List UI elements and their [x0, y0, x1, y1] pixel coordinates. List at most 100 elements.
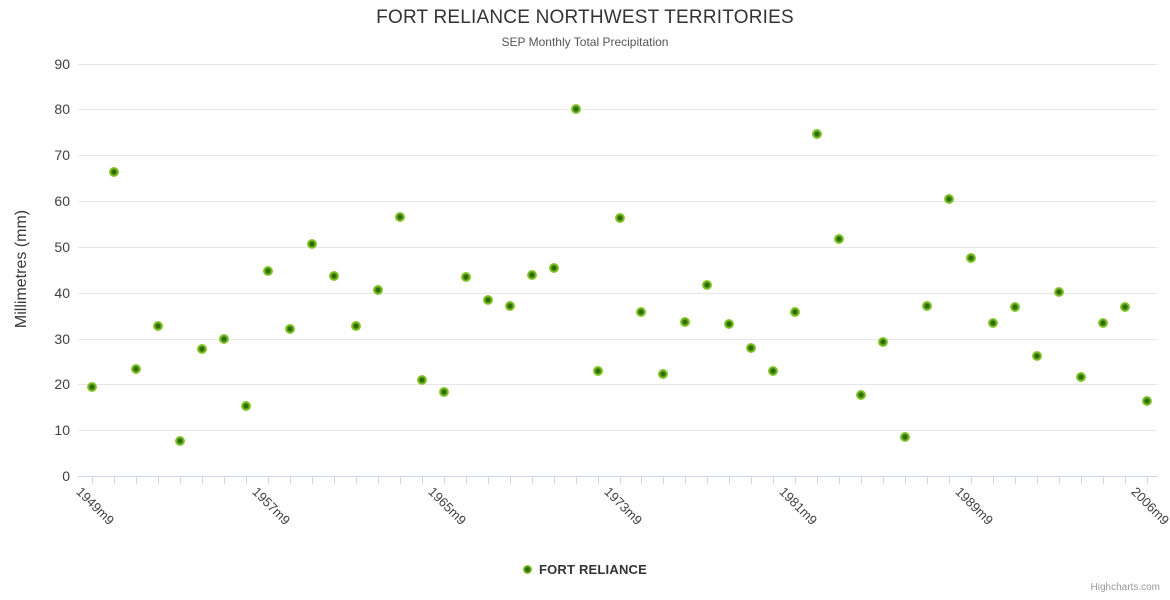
data-point[interactable] — [1054, 286, 1065, 297]
data-point[interactable] — [1032, 350, 1043, 361]
data-point[interactable] — [350, 320, 361, 331]
data-point[interactable] — [636, 306, 647, 317]
data-point[interactable] — [1098, 318, 1109, 329]
data-point[interactable] — [460, 272, 471, 283]
legend-item-fort-reliance[interactable]: FORT RELIANCE — [0, 562, 1170, 577]
x-axis-tick — [1125, 477, 1127, 484]
data-point[interactable] — [416, 375, 427, 386]
data-point[interactable] — [746, 342, 757, 353]
x-axis-tick — [113, 477, 115, 484]
y-axis-label: 60 — [54, 193, 70, 209]
x-axis-tick — [1081, 477, 1083, 484]
data-point[interactable] — [1120, 301, 1131, 312]
data-point[interactable] — [130, 363, 141, 374]
legend-label: FORT RELIANCE — [538, 562, 648, 577]
x-axis-tick — [289, 477, 291, 484]
x-axis-tick — [1037, 477, 1039, 484]
data-point[interactable] — [372, 285, 383, 296]
data-point[interactable] — [988, 318, 999, 329]
data-point[interactable] — [284, 324, 295, 335]
x-axis-tick — [949, 477, 951, 484]
data-point[interactable] — [108, 166, 119, 177]
y-axis-label: 80 — [54, 101, 70, 118]
x-axis-tick — [685, 477, 687, 484]
data-point[interactable] — [658, 369, 669, 380]
x-axis-label: 1949m9 — [73, 484, 117, 528]
data-point[interactable] — [196, 343, 207, 354]
y-gridline — [78, 201, 1157, 202]
data-point[interactable] — [174, 435, 185, 446]
data-point[interactable] — [878, 336, 889, 347]
x-axis-label: 1981m9 — [776, 484, 821, 528]
data-point[interactable] — [680, 317, 691, 327]
y-axis-label: 40 — [54, 284, 70, 301]
y-axis-label: 30 — [54, 330, 70, 347]
data-point[interactable] — [1010, 301, 1021, 312]
data-point[interactable] — [262, 265, 273, 276]
data-point[interactable] — [702, 279, 713, 290]
x-axis-tick — [399, 477, 401, 484]
x-axis-label: 1957m9 — [249, 484, 293, 528]
x-axis-tick — [509, 477, 511, 484]
x-axis-tick — [883, 477, 885, 484]
x-axis-tick — [531, 477, 533, 484]
x-axis-tick — [751, 477, 753, 484]
y-axis-label: 20 — [54, 376, 70, 393]
data-point[interactable] — [328, 270, 339, 281]
x-axis-tick — [817, 477, 819, 484]
data-point[interactable] — [922, 301, 933, 312]
data-point[interactable] — [966, 252, 977, 263]
x-axis-tick — [663, 477, 665, 484]
y-gridline — [78, 63, 1157, 65]
y-gridline — [78, 155, 1157, 157]
data-point[interactable] — [86, 381, 97, 392]
x-axis-tick — [861, 477, 863, 484]
x-axis-tick — [421, 477, 423, 484]
x-axis-tick — [443, 477, 445, 484]
data-point[interactable] — [306, 238, 317, 249]
x-axis-tick — [201, 477, 203, 484]
data-point[interactable] — [570, 103, 581, 114]
x-axis-tick — [553, 477, 555, 484]
data-point[interactable] — [548, 262, 559, 273]
data-point[interactable] — [240, 401, 251, 412]
data-point[interactable] — [592, 365, 603, 376]
plot-area: 0 10 20 30 40 50 60 70 80 90 1949m9 1957m9 1965m9 197… — [0, 0, 1170, 600]
x-axis-tick — [993, 477, 995, 484]
x-axis-tick — [465, 477, 467, 484]
data-point[interactable] — [614, 212, 625, 223]
data-point[interactable] — [504, 300, 515, 311]
data-point[interactable] — [768, 365, 779, 376]
data-point[interactable] — [944, 193, 955, 204]
data-point[interactable] — [900, 431, 911, 442]
y-axis-label: 70 — [54, 147, 70, 164]
x-axis-tick — [245, 477, 247, 484]
data-point[interactable] — [526, 270, 537, 281]
x-axis-tick — [1147, 477, 1149, 484]
legend-marker-icon — [522, 565, 532, 574]
data-point[interactable] — [218, 333, 229, 344]
data-point[interactable] — [438, 387, 449, 398]
x-axis-tick — [487, 477, 489, 484]
data-point[interactable] — [834, 233, 845, 244]
x-axis-tick — [377, 477, 379, 484]
data-point[interactable] — [394, 211, 405, 222]
data-point[interactable] — [856, 390, 867, 401]
highcharts-credits-link[interactable]: Highcharts.com — [1091, 582, 1160, 593]
x-axis-tick — [223, 477, 225, 484]
x-axis-label: 1973m9 — [600, 484, 645, 528]
data-point[interactable] — [1142, 396, 1153, 407]
data-point[interactable] — [724, 319, 735, 330]
y-axis-label: 50 — [54, 238, 70, 255]
data-point[interactable] — [482, 294, 493, 305]
data-point[interactable] — [790, 306, 801, 317]
data-point[interactable] — [1076, 372, 1087, 382]
y-gridline — [78, 384, 1157, 386]
x-axis-tick — [1103, 477, 1105, 484]
x-axis-tick — [773, 477, 775, 484]
data-point[interactable] — [812, 128, 823, 139]
data-point[interactable] — [152, 320, 163, 331]
x-axis-tick — [1059, 477, 1061, 484]
y-gridline — [78, 430, 1157, 432]
chart-container: FORT RELIANCE NORTHWEST TERRITORIES SEP … — [0, 0, 1170, 600]
